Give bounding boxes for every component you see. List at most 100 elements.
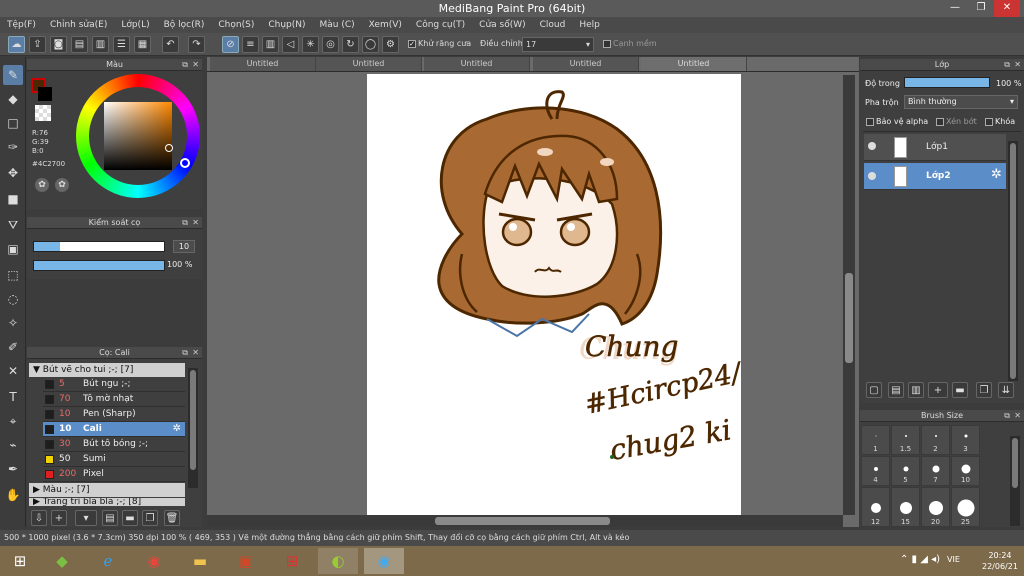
brush-item[interactable]: 5 Bút ngu ;-;	[43, 377, 185, 392]
operation-tool-icon[interactable]: ⌖	[3, 411, 23, 431]
select-pen-tool-icon[interactable]: ✐	[3, 337, 23, 357]
document-tab[interactable]: Untitled	[210, 57, 316, 71]
antialias-checkbox[interactable]: ✓ Khử răng cưa	[408, 39, 471, 48]
brush-item-selected[interactable]: 10 Cali ✲	[43, 422, 185, 437]
undock-icon[interactable]: ⧉	[182, 347, 188, 359]
brush-size-cell[interactable]: 2	[921, 425, 950, 455]
new-1bit-layer-icon[interactable]: ▥	[908, 382, 924, 398]
message-icon[interactable]: ▤	[71, 36, 88, 53]
brush-size-cell[interactable]: 20	[921, 487, 950, 527]
grid-snap-icon[interactable]: ▥	[262, 36, 279, 53]
internet-explorer-icon[interactable]: ℯ	[88, 548, 128, 574]
windows-start-icon[interactable]: ⊞	[0, 548, 40, 574]
comment-icon[interactable]: ◙	[50, 36, 67, 53]
brush-size-cell[interactable]: 25	[951, 487, 980, 527]
snap-off-icon[interactable]: ⊘	[222, 36, 239, 53]
cloud-icon[interactable]: ☁	[8, 36, 25, 53]
document-icon[interactable]: ▥	[92, 36, 109, 53]
soft-edge-checkbox[interactable]: Cạnh mềm	[603, 39, 657, 48]
brush-size-cell[interactable]: 15	[891, 487, 920, 527]
brush-size-cell[interactable]: 1	[861, 425, 890, 455]
brush-group-3[interactable]: ▶ Trang trí bla bla ;-; [8]	[29, 498, 185, 506]
saturation-value-square[interactable]	[104, 102, 172, 170]
brush-size-slider[interactable]	[33, 241, 165, 252]
gear-icon[interactable]: ✲	[991, 167, 1002, 182]
brush-size-cell[interactable]: 5	[891, 456, 920, 486]
document-tab-active[interactable]: Untitled	[641, 57, 747, 71]
gradient-tool-icon[interactable]: ▣	[3, 239, 23, 259]
menu-cloud[interactable]: Cloud	[533, 20, 573, 30]
scrollbar-thumb[interactable]	[190, 370, 196, 470]
brush-size-cell[interactable]: 4	[861, 456, 890, 486]
close-icon[interactable]: ✕	[192, 347, 199, 359]
document-tab[interactable]: Untitled	[316, 57, 422, 71]
clock[interactable]: 20:24 22/06/21	[982, 550, 1018, 572]
layer-row-selected[interactable]: Lớp2 ✲	[864, 163, 1006, 190]
vertical-scrollbar[interactable]	[843, 75, 855, 515]
menu-window[interactable]: Cửa sổ(W)	[472, 20, 532, 30]
grid-icon[interactable]: ▦	[134, 36, 151, 53]
layer-opacity-slider[interactable]	[904, 77, 990, 88]
folder-icon[interactable]: ▬	[122, 510, 138, 526]
close-icon[interactable]: ✕	[1014, 410, 1021, 422]
palette-icon[interactable]: ✿	[35, 178, 49, 192]
lasso-tool-icon[interactable]: ◌	[3, 289, 23, 309]
brush-size-value[interactable]: 10	[173, 240, 195, 253]
pen-tool-icon[interactable]: ✒	[3, 459, 23, 479]
folder-icon[interactable]: ▬	[952, 382, 968, 398]
network-app-icon[interactable]: ⊞	[272, 548, 312, 574]
text-tool-icon[interactable]: T	[3, 387, 23, 407]
menu-view[interactable]: Xem(V)	[362, 20, 409, 30]
new-layer-icon[interactable]: ▢	[866, 382, 882, 398]
hue-picker-cursor[interactable]	[180, 158, 190, 168]
perspective-snap-icon[interactable]: ◁	[282, 36, 299, 53]
scrollbar-thumb[interactable]	[1010, 143, 1016, 379]
brush-item[interactable]: 50 Sumi	[43, 452, 185, 467]
brush-opacity-slider[interactable]	[33, 260, 165, 271]
visibility-eye-icon[interactable]	[868, 142, 876, 150]
undock-icon[interactable]: ⧉	[1004, 59, 1010, 71]
brush-size-cell[interactable]: 12	[861, 487, 890, 527]
move-tool-icon[interactable]: ✥	[3, 163, 23, 183]
undo-icon[interactable]: ↶	[162, 36, 179, 53]
medibang-paint-icon[interactable]: ◉	[364, 548, 404, 574]
curve-snap-icon[interactable]: ↻	[342, 36, 359, 53]
undock-icon[interactable]: ⧉	[182, 59, 188, 71]
close-icon[interactable]: ✕	[192, 59, 199, 71]
brush-tool-icon[interactable]: ✎	[3, 65, 23, 85]
layer-scrollbar[interactable]	[1008, 141, 1018, 381]
menu-edit[interactable]: Chỉnh sửa(E)	[43, 20, 114, 30]
drawing-canvas[interactable]: Chung Chung #Hcircp24/7 chug2 ki	[367, 74, 762, 515]
radial-snap-icon[interactable]: ✳	[302, 36, 319, 53]
scrollbar-thumb[interactable]	[845, 273, 853, 363]
select-eraser-tool-icon[interactable]: ✕	[3, 361, 23, 381]
brush-group-2[interactable]: ▶ Màu ;-; [7]	[29, 483, 185, 497]
brush-item[interactable]: 200 Pixel	[43, 467, 185, 482]
close-icon[interactable]: ✕	[1014, 59, 1021, 71]
menu-filter[interactable]: Bộ lọc(R)	[157, 20, 212, 30]
hand-tool-icon[interactable]: ✋	[3, 485, 23, 505]
horizontal-scrollbar[interactable]	[207, 515, 843, 527]
file-explorer-icon[interactable]: ▬	[180, 548, 220, 574]
color-picker-cursor[interactable]	[165, 144, 173, 152]
download-icon[interactable]: ⇩	[31, 510, 47, 526]
brush-menu-icon[interactable]: ▾	[75, 510, 97, 526]
close-icon[interactable]: ✕	[192, 217, 199, 229]
dot-tool-icon[interactable]: ✑	[3, 137, 23, 157]
clipping-checkbox[interactable]: Xén bớt	[936, 117, 977, 126]
trash-icon[interactable]: 🗑	[164, 510, 180, 526]
rectangle-tool-icon[interactable]: □	[3, 113, 23, 133]
undock-icon[interactable]: ⧉	[1004, 410, 1010, 422]
brush-size-cell[interactable]: 7	[921, 456, 950, 486]
transparent-swatch[interactable]	[35, 105, 51, 121]
lock-checkbox[interactable]: Khóa	[985, 117, 1015, 126]
scrollbar-thumb[interactable]	[1012, 438, 1018, 488]
brush-size-cell[interactable]: 1.5	[891, 425, 920, 455]
medibang-icon[interactable]: ◐	[318, 548, 358, 574]
brush-item[interactable]: 10 Pen (Sharp)	[43, 407, 185, 422]
brush-size-cell[interactable]: 3	[951, 425, 980, 455]
bluestacks-icon[interactable]: ◆	[42, 548, 82, 574]
brush-item[interactable]: 70 Tô mờ nhạt	[43, 392, 185, 407]
merge-layer-icon[interactable]: ⇊	[998, 382, 1014, 398]
settings-icon[interactable]: ⚙	[382, 36, 399, 53]
